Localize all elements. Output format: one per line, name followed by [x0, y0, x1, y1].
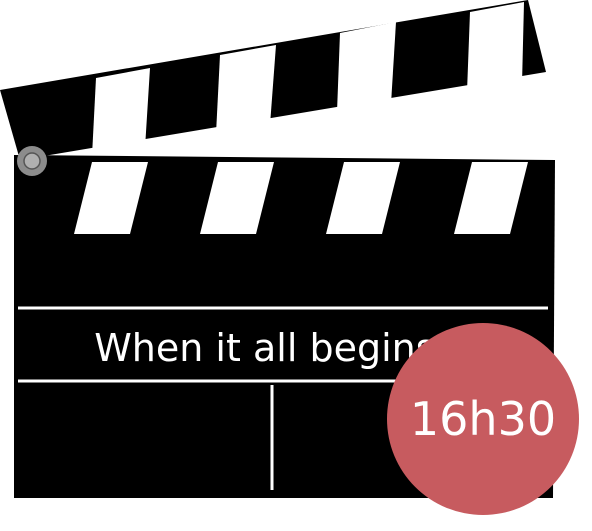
clapstick-stripe	[92, 68, 150, 156]
time-badge: 16h30	[387, 323, 579, 515]
clapstick-stripe	[337, 22, 396, 112]
top-clapstick	[0, 0, 546, 160]
hinge-icon	[17, 146, 47, 176]
time-label: 16h30	[409, 392, 557, 446]
clapstick-stripe	[216, 45, 276, 134]
clapstick-stripe	[467, 2, 524, 92]
